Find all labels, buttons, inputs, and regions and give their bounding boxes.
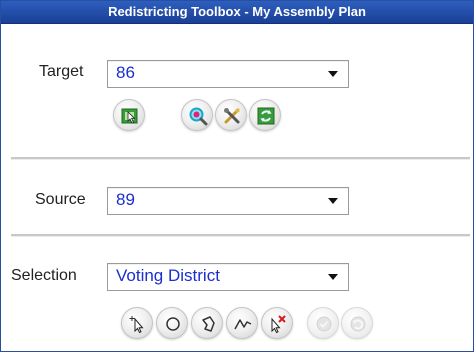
- source-dropdown-value: 89: [116, 190, 135, 209]
- lasso-select-icon: [202, 316, 215, 332]
- clear-selection-icon: [271, 315, 286, 334]
- divider: [11, 157, 470, 160]
- source-label: Source: [35, 191, 86, 208]
- clear-selection-button[interactable]: [261, 307, 293, 339]
- zoom-to-district-button[interactable]: [181, 99, 213, 131]
- selection-dropdown-value: Voting District: [116, 266, 220, 285]
- chevron-down-icon: [328, 71, 338, 77]
- zoom-to-district-icon: [189, 107, 208, 126]
- target-dropdown-value: 86: [116, 63, 135, 82]
- undo-icon: [350, 316, 366, 332]
- chevron-down-icon: [328, 274, 338, 280]
- point-select-icon: [129, 316, 144, 334]
- line-select-icon: [234, 319, 252, 330]
- chevron-down-icon: [328, 198, 338, 204]
- target-dropdown[interactable]: 86: [107, 60, 349, 88]
- lasso-select-button[interactable]: [191, 307, 223, 339]
- accept-button[interactable]: [307, 307, 339, 339]
- select-district-button[interactable]: [113, 99, 145, 131]
- line-select-button[interactable]: [226, 307, 258, 339]
- circle-select-button[interactable]: [156, 307, 188, 339]
- source-dropdown[interactable]: 89: [107, 187, 349, 215]
- divider: [11, 234, 470, 237]
- redistricting-toolbox-panel: Redistricting Toolbox - My Assembly Plan…: [0, 0, 474, 352]
- point-select-button[interactable]: [121, 307, 153, 339]
- refresh-district-icon: [257, 107, 275, 125]
- refresh-district-button[interactable]: [249, 99, 281, 131]
- circle-select-icon: [166, 317, 180, 331]
- selection-dropdown[interactable]: Voting District: [107, 263, 349, 291]
- undo-button[interactable]: [341, 307, 373, 339]
- selection-label: Selection: [11, 267, 77, 284]
- tools-button[interactable]: [215, 99, 247, 131]
- window-title: Redistricting Toolbox - My Assembly Plan: [1, 1, 473, 24]
- tools-icon: [224, 108, 240, 124]
- select-district-icon: [121, 108, 138, 124]
- accept-icon: [316, 316, 332, 332]
- target-label: Target: [39, 63, 84, 80]
